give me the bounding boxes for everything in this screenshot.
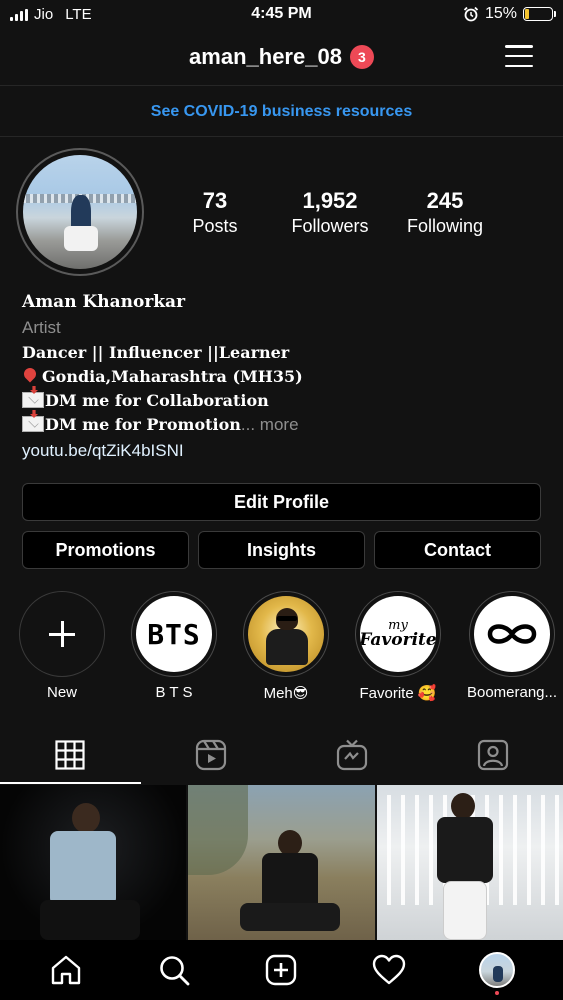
post-thumbnail[interactable] [188,785,375,940]
profile-stats: 73 Posts 1,952 Followers 245 Following [160,188,500,237]
highlight-meh[interactable]: Meh😎 [242,591,330,702]
highlight-bts[interactable]: BTS B T S [130,591,218,701]
bio-line-1: Dancer || Influencer ||Learner [22,343,290,362]
highlight-new-circle[interactable] [19,591,105,677]
pin-icon [21,365,39,383]
tab-posts-grid[interactable] [0,726,141,784]
nav-activity[interactable] [359,942,419,998]
profile-avatar[interactable] [16,148,144,276]
bio-line-3: DM me for Collaboration [45,391,269,410]
account-switcher[interactable]: aman_here_08 3 [0,44,563,70]
status-bar: Jio LTE 4:45 PM 15% [0,0,563,30]
posts-grid [0,785,563,940]
envelope-icon [22,386,44,408]
highlight-label: Favorite 🥰 [359,685,437,702]
posts-label: Posts [192,216,238,236]
stat-following[interactable]: 245 Following [390,188,500,237]
tab-reels[interactable] [141,726,282,784]
stat-followers[interactable]: 1,952 Followers [275,188,385,237]
reels-icon [196,739,227,771]
contact-button[interactable]: Contact [374,531,541,569]
envelope-icon [22,410,44,432]
nav-search[interactable] [144,942,204,998]
battery-percent: 15% [484,5,517,22]
search-icon [159,956,190,986]
bts-cover-text: BTS [147,617,201,651]
highlight-cover [248,596,324,672]
home-icon [51,955,81,985]
profile-photo [23,155,137,269]
highlight-label: B T S [155,684,193,701]
profile-tabs [0,726,563,784]
bio-line: DM me for Collaboration [22,386,542,415]
following-count: 245 [426,188,464,213]
tagged-icon [477,739,508,771]
igtv-icon [336,739,367,771]
profile-bio: Aman Khanorkar Artist Dancer || Influenc… [21,292,542,467]
highlight-ring[interactable] [243,591,329,677]
insights-button[interactable]: Insights [198,531,365,569]
profile-header: aman_here_08 3 [0,30,563,86]
highlight-label: New [46,684,77,701]
post-thumbnail[interactable] [0,785,187,940]
activity-heart-icon [373,954,406,985]
highlight-cover [474,596,550,672]
plus-icon [49,621,75,647]
highlight-label: Meh😎 [263,685,309,702]
infinity-icon [484,620,540,648]
header-username[interactable]: aman_here_08 [189,44,342,70]
new-post-icon [266,954,297,986]
notification-badge: 3 [349,45,374,69]
followers-label: Followers [291,216,369,236]
highlight-boomerang[interactable]: Boomerang... [464,591,560,701]
highlight-cover: my Favorite [360,596,436,672]
stat-posts[interactable]: 73 Posts [160,188,270,237]
battery-icon [523,7,556,21]
hamburger-menu-icon[interactable] [505,45,533,67]
edit-profile-button[interactable]: Edit Profile [22,483,541,521]
nav-profile[interactable] [467,942,527,998]
favorite-cover-word: Favorite [360,630,436,650]
nav-new-post[interactable] [251,942,311,998]
bio-line-4: DM me for Promotion [45,415,241,434]
nav-home[interactable] [36,942,96,998]
tab-tagged[interactable] [422,726,563,784]
nav-profile-indicator [495,991,500,995]
followers-count: 1,952 [302,188,358,213]
highlight-cover: BTS [136,596,212,672]
tab-igtv[interactable] [282,726,423,784]
highlight-favorite[interactable]: my Favorite Favorite 🥰 [354,591,442,702]
profile-avatar-icon [479,952,516,988]
grid-icon [55,740,85,770]
bio-line: Dancer || Influencer ||Learner [22,343,542,367]
favorite-cover-text: my Favorite [360,619,436,649]
posts-count: 73 [202,188,228,213]
alarm-icon [463,6,479,22]
highlight-ring[interactable]: BTS [131,591,217,677]
bio-line: DM me for Promotion... more [22,410,542,439]
highlight-label: Boomerang... [466,684,558,701]
post-thumbnail[interactable] [376,785,563,940]
profile-website-link[interactable]: youtu.be/qtZiK4bISNI [22,441,542,467]
following-label: Following [406,216,484,236]
covid-resources-link[interactable]: See COVID-19 business resources [0,87,563,137]
profile-name: Aman Khanorkar [22,292,186,312]
highlight-ring[interactable] [469,591,555,677]
bio-line: Gondia,Maharashtra (MH35) [21,365,542,391]
promotions-button[interactable]: Promotions [22,531,189,569]
status-bar-right: 15% [463,5,556,23]
bottom-navigation [0,940,563,1000]
highlight-ring[interactable]: my Favorite [355,591,441,677]
profile-category: Artist [22,318,61,337]
bio-more-link[interactable]: ... more [241,415,299,434]
highlight-new[interactable]: New [18,591,106,701]
bio-line-2: Gondia,Maharashtra (MH35) [42,367,303,386]
